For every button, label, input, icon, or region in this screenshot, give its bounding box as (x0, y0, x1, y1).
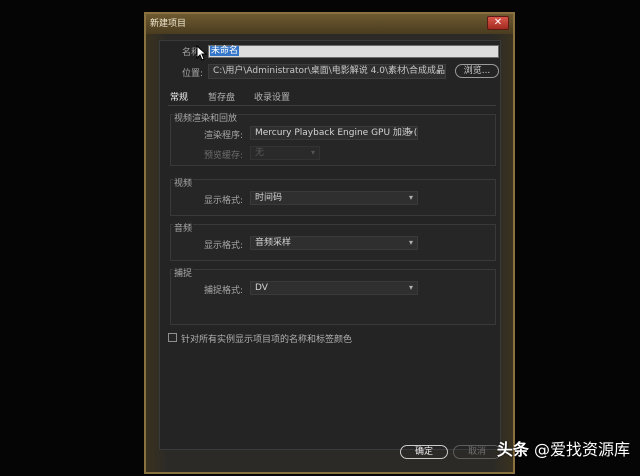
video-display-format-value: 时间码 (255, 193, 283, 203)
new-project-dialog: 新建项目 ✕ 名称: 未命名 位置: C:\用户\Administrator\桌… (144, 12, 515, 474)
capture-format-dropdown[interactable]: DV ▾ (250, 281, 418, 295)
cancel-button[interactable]: 取消 (453, 445, 501, 459)
chevron-down-icon: ▾ (310, 148, 315, 157)
capture-format-label: 捕捉格式: (204, 286, 244, 296)
video-group: 视频 显示格式: 时间码 ▾ (170, 176, 496, 216)
render-group-title: 视频渲染和回放 (173, 111, 239, 124)
show-labels-checkbox-label: 针对所有实例显示项目项的名称和标签颜色 (181, 335, 353, 345)
preview-cache-value: 无 (255, 148, 265, 158)
dialog-titlebar[interactable]: 新建项目 ✕ (146, 14, 513, 34)
capture-group: 捕捉 捕捉格式: DV ▾ (170, 266, 496, 325)
audio-display-format-dropdown[interactable]: 音频采样 ▾ (250, 236, 418, 250)
project-name-input[interactable]: 未命名 (208, 45, 499, 58)
audio-group-title: 音频 (173, 221, 194, 234)
renderer-label: 渲染程序: (204, 131, 244, 141)
video-group-title: 视频 (173, 176, 194, 189)
chevron-down-icon: ▾ (436, 67, 441, 76)
location-select[interactable]: C:\用户\Administrator\桌面\电影解说 4.0\素材\合成成品 … (208, 64, 446, 79)
audio-display-format-label: 显示格式: (204, 241, 244, 251)
chevron-down-icon: ▾ (408, 193, 413, 202)
watermark-logo: 头条 (496, 440, 529, 459)
browse-button[interactable]: 浏览... (455, 64, 499, 78)
renderer-dropdown[interactable]: Mercury Playback Engine GPU 加速 (CUDA) ▾ (250, 126, 418, 140)
tab-divider (168, 105, 496, 106)
name-value: 未命名 (210, 46, 240, 56)
close-icon: ✕ (493, 17, 503, 28)
chevron-down-icon: ▾ (408, 238, 413, 247)
show-labels-checkbox[interactable] (168, 333, 177, 342)
capture-format-value: DV (255, 283, 268, 293)
audio-display-format-value: 音频采样 (255, 238, 292, 248)
preview-cache-label: 预览缓存: (204, 151, 244, 161)
video-display-format-label: 显示格式: (204, 196, 244, 206)
chevron-down-icon: ▾ (408, 283, 413, 292)
render-group: 视频渲染和回放 渲染程序: Mercury Playback Engine GP… (170, 111, 496, 166)
ok-button[interactable]: 确定 (400, 445, 448, 459)
watermark-handle: @爱找资源库 (533, 440, 630, 459)
location-label: 位置: (182, 69, 204, 79)
tab-ingest-settings[interactable]: 收录设置 (254, 90, 290, 103)
preview-cache-dropdown[interactable]: 无 ▾ (250, 146, 320, 160)
renderer-value: Mercury Playback Engine GPU 加速 (CUDA) (255, 128, 418, 138)
audio-group: 音频 显示格式: 音频采样 ▾ (170, 221, 496, 261)
tab-scratch-disks[interactable]: 暂存盘 (208, 90, 235, 103)
location-value: C:\用户\Administrator\桌面\电影解说 4.0\素材\合成成品 … (213, 66, 446, 76)
tab-general[interactable]: 常规 (170, 90, 188, 103)
chevron-down-icon: ▾ (408, 128, 413, 137)
close-button[interactable]: ✕ (487, 16, 509, 30)
dialog-title: 新建项目 (150, 19, 187, 29)
video-display-format-dropdown[interactable]: 时间码 ▾ (250, 191, 418, 205)
capture-group-title: 捕捉 (173, 266, 194, 279)
watermark: 头条 @爱找资源库 (497, 436, 630, 460)
mouse-cursor-icon (196, 45, 208, 61)
